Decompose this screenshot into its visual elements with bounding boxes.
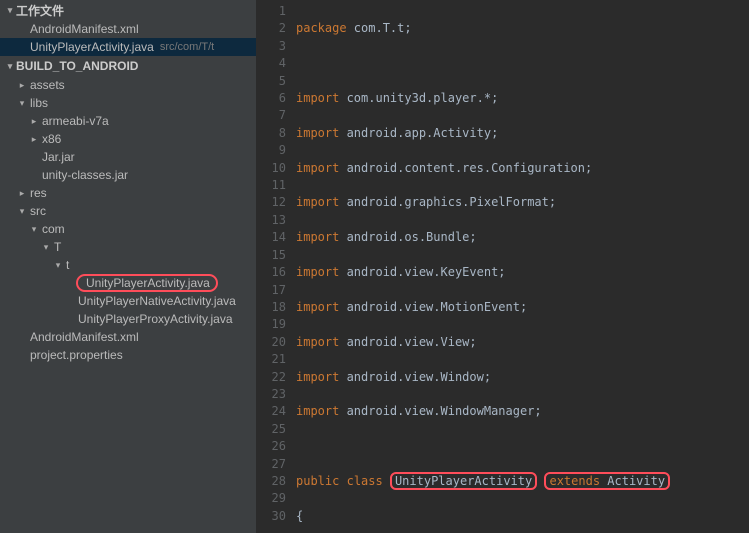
file-unity-player-native-activity[interactable]: UnityPlayerNativeActivity.java xyxy=(0,292,256,310)
code-line: import android.view.WindowManager; xyxy=(296,403,749,420)
chevron-right-icon xyxy=(28,134,40,145)
highlight-annotation: UnityPlayerActivity.java xyxy=(76,274,218,292)
folder-com[interactable]: com xyxy=(0,220,256,238)
code-editor[interactable]: 12345 678910 1112131415 1617181920 21222… xyxy=(256,0,749,533)
section-working-files[interactable]: 工作文件 xyxy=(0,0,256,20)
section-label: BUILD_TO_ANDROID xyxy=(16,59,138,73)
code-line xyxy=(296,438,749,455)
chevron-down-icon xyxy=(4,5,16,16)
file-explorer: 工作文件 AndroidManifest.xml UnityPlayerActi… xyxy=(0,0,256,533)
file-android-manifest-root[interactable]: AndroidManifest.xml xyxy=(0,328,256,346)
code-line: import android.view.View; xyxy=(296,334,749,351)
folder-res[interactable]: res xyxy=(0,184,256,202)
code-line: { xyxy=(296,508,749,525)
file-android-manifest[interactable]: AndroidManifest.xml xyxy=(0,20,256,38)
file-path: src/com/T/t xyxy=(154,41,214,53)
chevron-down-icon xyxy=(16,98,28,109)
code-content[interactable]: package com.T.t; import com.unity3d.play… xyxy=(296,0,749,533)
file-project-properties[interactable]: project.properties xyxy=(0,346,256,364)
file-unity-player-proxy-activity[interactable]: UnityPlayerProxyActivity.java xyxy=(0,310,256,328)
code-line: import android.content.res.Configuration… xyxy=(296,160,749,177)
file-unity-player-activity-open[interactable]: UnityPlayerActivity.java src/com/T/t xyxy=(0,38,256,56)
folder-src[interactable]: src xyxy=(0,202,256,220)
chevron-right-icon xyxy=(16,188,28,199)
section-build-to-android[interactable]: BUILD_TO_ANDROID xyxy=(0,56,256,76)
file-unity-player-activity[interactable]: UnityPlayerActivity.java xyxy=(0,274,256,292)
code-line: import com.unity3d.player.*; xyxy=(296,90,749,107)
code-line: public class UnityPlayerActivity extends… xyxy=(296,473,749,490)
chevron-down-icon xyxy=(16,206,28,217)
code-line: import android.os.Bundle; xyxy=(296,229,749,246)
folder-assets[interactable]: assets xyxy=(0,76,256,94)
folder-x86[interactable]: x86 xyxy=(0,130,256,148)
folder-libs[interactable]: libs xyxy=(0,94,256,112)
code-line: package com.T.t; xyxy=(296,20,749,37)
chevron-down-icon xyxy=(28,224,40,235)
code-line: import android.view.KeyEvent; xyxy=(296,264,749,281)
folder-T[interactable]: T xyxy=(0,238,256,256)
chevron-down-icon xyxy=(52,260,64,271)
chevron-right-icon xyxy=(16,80,28,91)
line-gutter: 12345 678910 1112131415 1617181920 21222… xyxy=(256,0,296,533)
highlight-annotation: UnityPlayerActivity xyxy=(390,472,537,490)
chevron-down-icon xyxy=(4,61,16,72)
highlight-annotation: extends Activity xyxy=(544,472,670,490)
code-line: import android.view.Window; xyxy=(296,369,749,386)
folder-t[interactable]: t xyxy=(0,256,256,274)
code-line: import android.view.MotionEvent; xyxy=(296,299,749,316)
code-line xyxy=(296,55,749,72)
folder-armeabi[interactable]: armeabi-v7a xyxy=(0,112,256,130)
code-line: import android.graphics.PixelFormat; xyxy=(296,194,749,211)
file-unity-classes-jar[interactable]: unity-classes.jar xyxy=(0,166,256,184)
chevron-down-icon xyxy=(40,242,52,253)
chevron-right-icon xyxy=(28,116,40,127)
section-label: 工作文件 xyxy=(16,2,64,19)
code-line: import android.app.Activity; xyxy=(296,125,749,142)
file-jar-jar[interactable]: Jar.jar xyxy=(0,148,256,166)
